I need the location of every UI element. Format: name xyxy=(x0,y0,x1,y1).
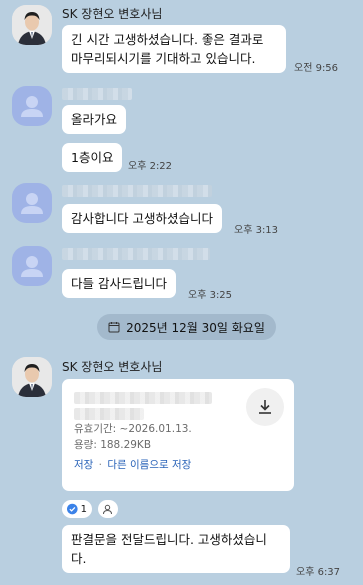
default-profile-icon xyxy=(21,256,43,277)
file-expiry: 유효기간: ~2026.01.13. xyxy=(74,423,192,435)
person-photo-icon xyxy=(12,5,52,45)
sender-name: SK 장현오 변호사님 xyxy=(62,7,163,21)
default-profile-icon xyxy=(21,96,43,117)
message-bubble[interactable]: 1층이요 xyxy=(62,143,123,172)
message-time: 오전 9:56 xyxy=(294,63,339,74)
download-icon xyxy=(259,400,271,414)
person-icon xyxy=(103,504,112,514)
file-attachment-card[interactable]: 유효기간: ~2026.01.13. 용량: 188.29KB 저장 · 다른 … xyxy=(62,379,294,491)
reaction-chip[interactable]: 1 xyxy=(62,500,92,518)
save-link[interactable]: 저장 xyxy=(74,459,93,471)
message-text: 다들 감사드립니다 xyxy=(71,276,167,291)
message-text: 판결문을 전달드립니다. 고생하셨습니다. xyxy=(71,532,267,566)
separator: · xyxy=(98,459,103,471)
date-divider-text: 2025년 12월 30일 화요일 xyxy=(126,320,265,335)
message-text: 긴 시간 고생하셨습니다. 좋은 결과로 마무리되시기를 기대하고 있습니다. xyxy=(71,32,264,66)
redacted-sender-name xyxy=(62,88,132,100)
sender-name: SK 장현오 변호사님 xyxy=(62,360,163,374)
message-text: 감사합니다 고생하셨습니다 xyxy=(71,211,213,226)
redacted-file-name xyxy=(74,389,224,421)
date-divider: 2025년 12월 30일 화요일 xyxy=(97,314,276,340)
message-time: 오후 3:13 xyxy=(234,225,279,236)
message-bubble[interactable]: 감사합니다 고생하셨습니다 xyxy=(62,204,222,233)
reaction-count: 1 xyxy=(80,503,87,515)
sender-avatar[interactable] xyxy=(12,183,52,223)
message-time: 오후 6:37 xyxy=(296,567,341,578)
message-time: 오후 2:22 xyxy=(128,161,173,172)
check-circle-icon xyxy=(67,503,78,515)
reaction-add-button[interactable] xyxy=(98,500,118,518)
download-button[interactable] xyxy=(246,388,284,426)
sender-avatar[interactable] xyxy=(12,5,52,45)
message-bubble[interactable]: 긴 시간 고생하셨습니다. 좋은 결과로 마무리되시기를 기대하고 있습니다. xyxy=(62,25,286,73)
default-profile-icon xyxy=(21,193,43,214)
file-size: 용량: 188.29KB xyxy=(74,439,152,451)
redacted-sender-name xyxy=(62,185,212,197)
person-photo-icon xyxy=(12,357,52,397)
message-text: 올라가요 xyxy=(71,112,118,127)
save-as-link[interactable]: 다른 이름으로 저장 xyxy=(107,459,191,471)
sender-avatar[interactable] xyxy=(12,246,52,286)
message-bubble[interactable]: 판결문을 전달드립니다. 고생하셨습니다. xyxy=(62,525,290,573)
message-bubble[interactable]: 올라가요 xyxy=(62,105,127,134)
calendar-icon xyxy=(108,322,120,333)
message-bubble[interactable]: 다들 감사드립니다 xyxy=(62,269,176,298)
sender-avatar[interactable] xyxy=(12,357,52,397)
message-text: 1층이요 xyxy=(71,150,114,165)
redacted-sender-name xyxy=(62,248,210,260)
file-actions: 저장 · 다른 이름으로 저장 xyxy=(74,457,282,473)
sender-avatar[interactable] xyxy=(12,86,52,126)
message-time: 오후 3:25 xyxy=(188,290,233,301)
